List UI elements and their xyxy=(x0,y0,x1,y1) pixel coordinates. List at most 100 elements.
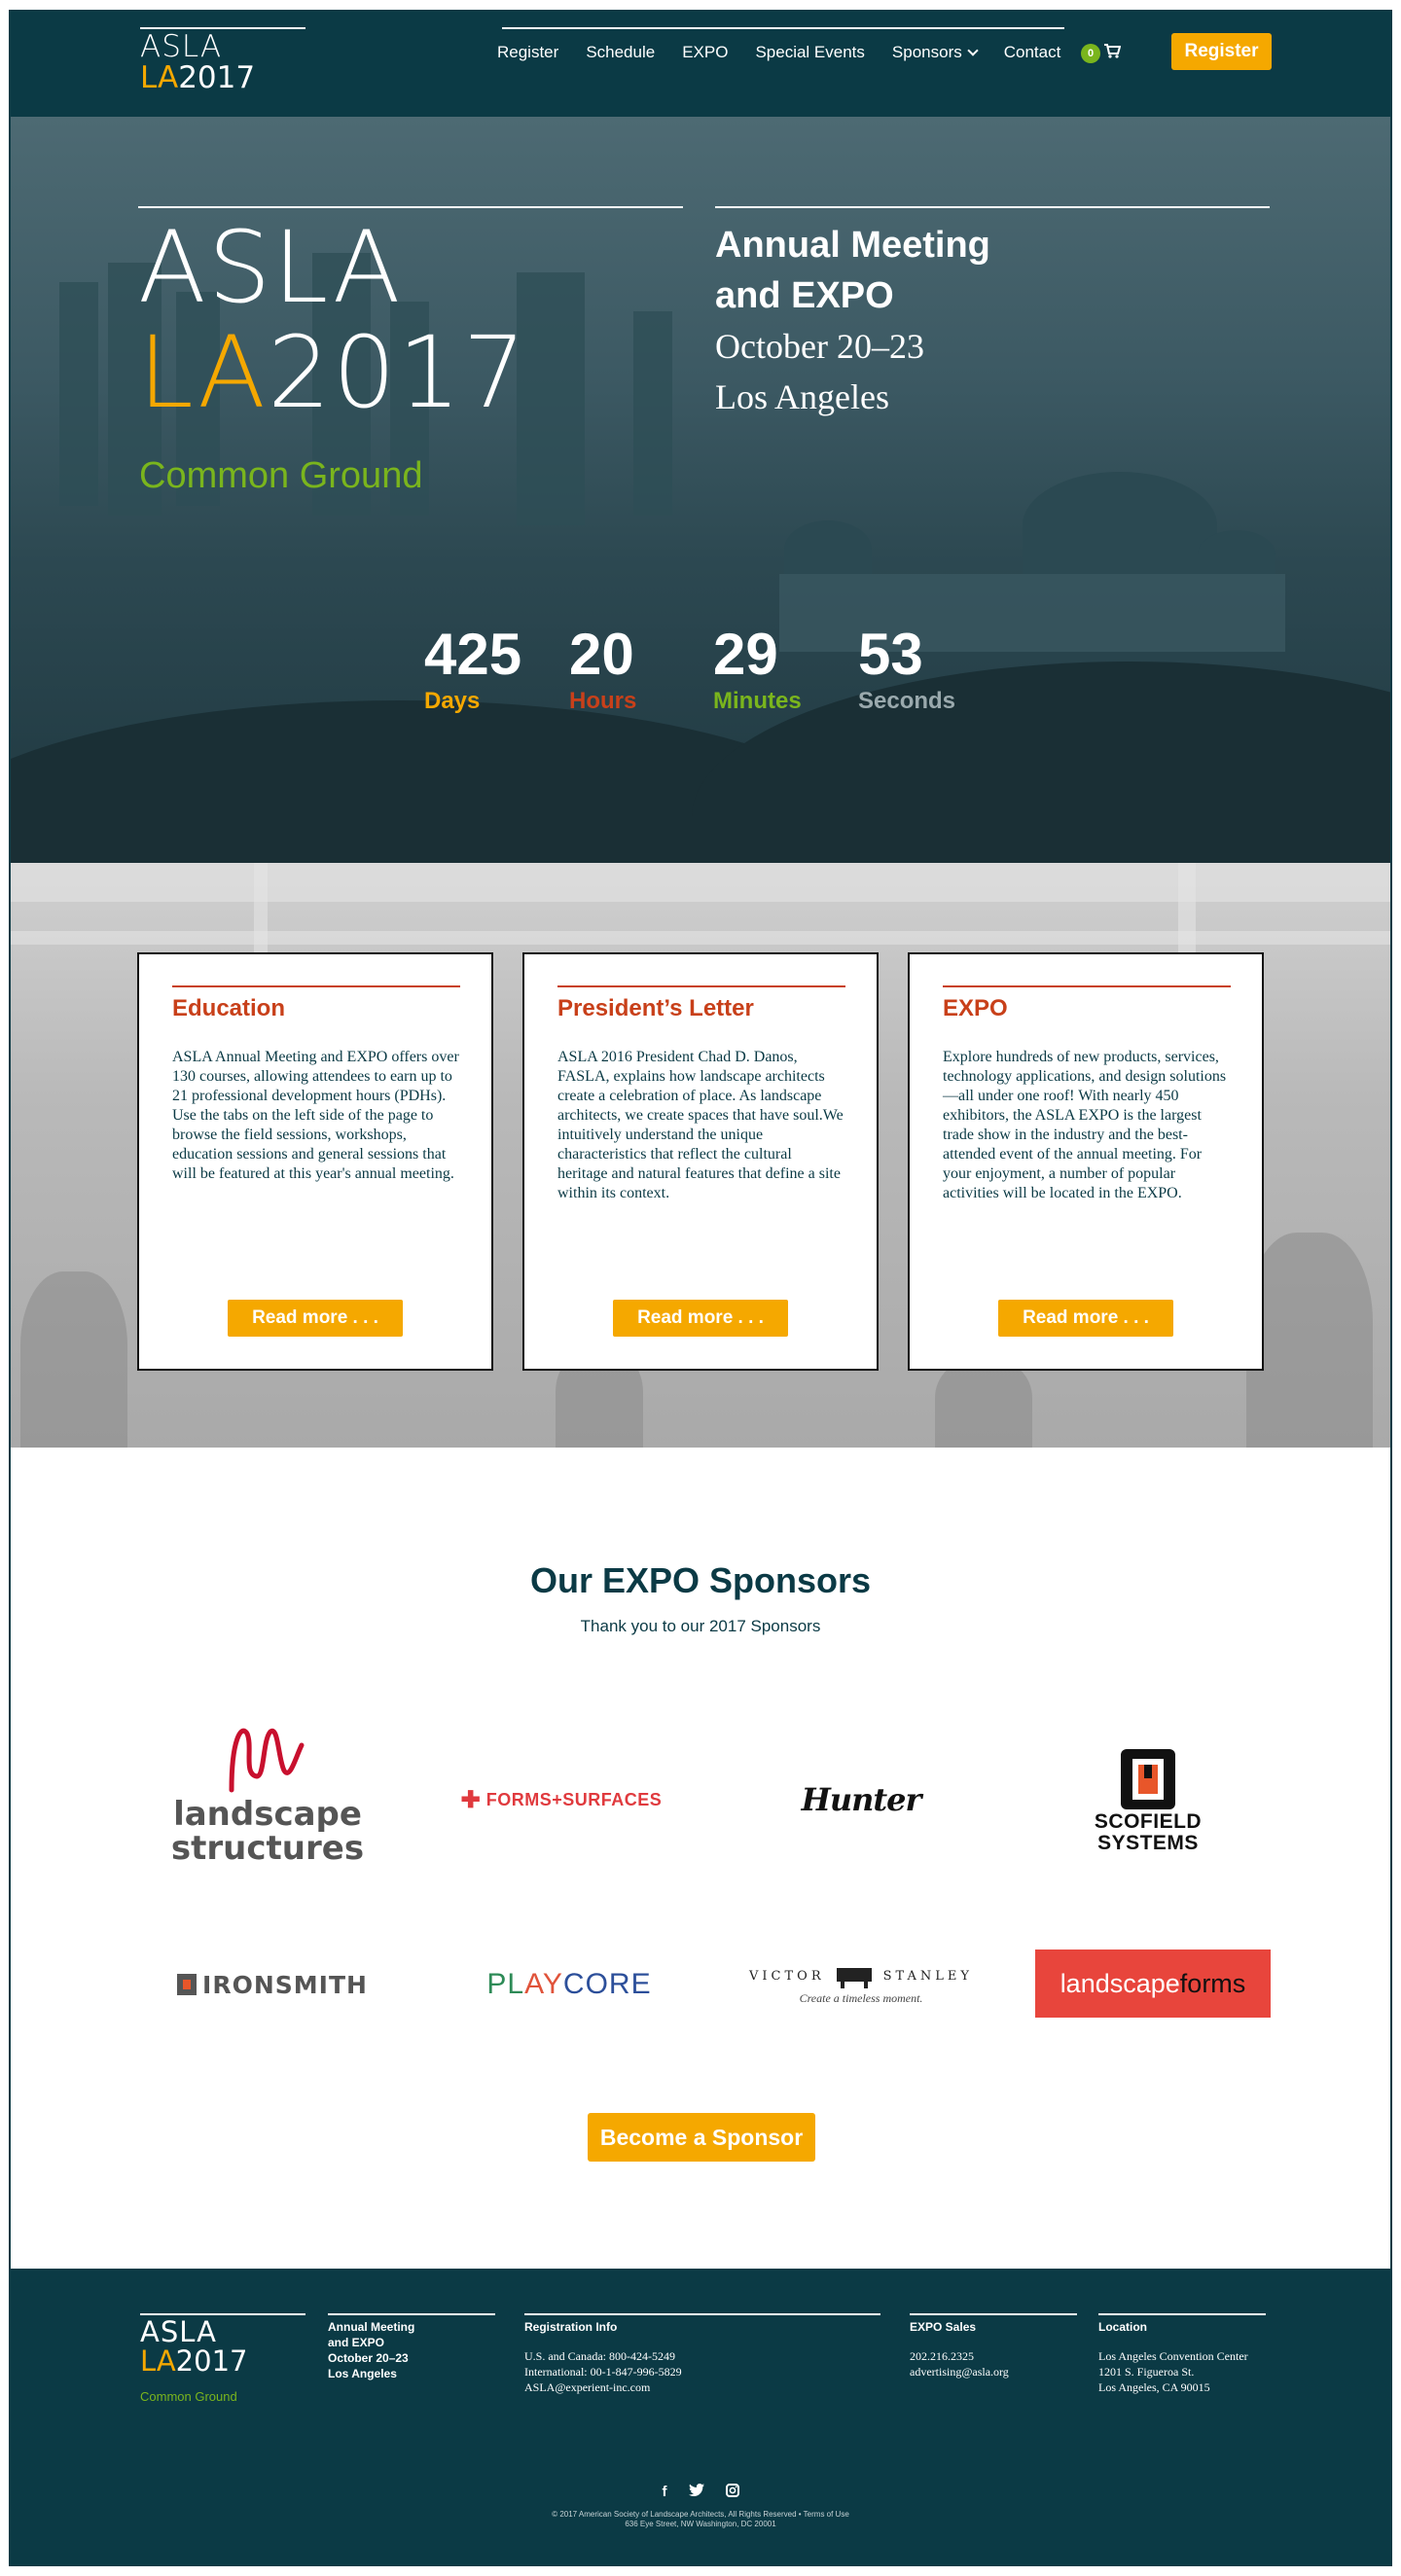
landscape-structures-word2: structures xyxy=(170,1828,365,1868)
footer-expo-sales-email[interactable]: advertising@asla.org xyxy=(910,2364,1077,2379)
landscape-structures-word1: landscape xyxy=(173,1794,362,1834)
hero-rule-right xyxy=(715,206,1270,208)
site-header: ASLA LA2017 Register Schedule EXPO Speci… xyxy=(11,12,1390,117)
sponsor-logo-scofield-systems[interactable]: SCOFIELD SYSTEMS xyxy=(1060,1739,1236,1861)
scofield-word2: SYSTEMS xyxy=(1097,1831,1199,1854)
hero-tagline: Common Ground xyxy=(139,455,423,496)
logo-text-la: LA xyxy=(140,60,179,95)
card-education: Education ASLA Annual Meeting and EXPO o… xyxy=(137,952,493,1371)
forms-surfaces-cross-icon: ✚ xyxy=(460,1786,481,1813)
landscapeforms-word2: forms xyxy=(1179,1968,1246,1998)
chevron-down-icon xyxy=(967,45,979,56)
footer-registration-phone-us: U.S. and Canada: 800-424-5249 xyxy=(524,2349,675,2363)
footer-registration-phone-intl: International: 00-1-847-996-5829 xyxy=(524,2365,682,2379)
sponsor-logo-landscapeforms[interactable]: landscape forms xyxy=(1035,1950,1271,2018)
become-sponsor-button[interactable]: Become a Sponsor xyxy=(588,2113,815,2162)
sponsor-logo-ironsmith[interactable]: IRONSMITH xyxy=(165,1955,379,2014)
footer-logo-la: LA xyxy=(140,2344,176,2378)
sponsors-subheading: Thank you to our 2017 Sponsors xyxy=(580,1617,821,1635)
card-title: President’s Letter xyxy=(557,995,754,1021)
read-more-button[interactable]: Read more . . . xyxy=(998,1300,1173,1337)
hero-logo: ASLA LA2017 xyxy=(138,216,528,426)
footer-tagline: Common Ground xyxy=(140,2389,237,2404)
footer-meeting-city: Los Angeles xyxy=(328,2367,397,2380)
skyline-building xyxy=(59,282,98,506)
cart-button[interactable]: 0 xyxy=(1081,44,1122,63)
victor-stanley-word1: VICTOR xyxy=(749,1969,825,1984)
card-expo: EXPO Explore hundreds of new products, s… xyxy=(908,952,1264,1371)
countdown-seconds-value: 53 xyxy=(858,622,923,687)
nav-rule xyxy=(502,27,1064,29)
observatory-dome xyxy=(784,520,872,579)
sponsor-logo-landscape-structures[interactable]: landscape structures xyxy=(156,1712,379,1873)
header-logo[interactable]: ASLA LA2017 xyxy=(140,27,305,93)
victor-stanley-row: VICTOR STANLEY xyxy=(749,1964,973,1989)
nav-special-events[interactable]: Special Events xyxy=(755,43,864,62)
social-links: f xyxy=(0,2484,1401,2501)
cart-icon xyxy=(1104,44,1122,63)
footer-registration-email[interactable]: ASLA@experient-inc.com xyxy=(524,2379,880,2395)
countdown-hours-label: Hours xyxy=(569,688,637,714)
footer-meeting-date: October 20–23 xyxy=(328,2351,409,2365)
event-info: Annual Meeting and EXPO October 20–23 Lo… xyxy=(715,220,1270,422)
footer-registration-col: Registration Info U.S. and Canada: 800-4… xyxy=(524,2313,880,2395)
header-register-button[interactable]: Register xyxy=(1171,33,1272,70)
countdown-seconds: 53 Seconds xyxy=(858,623,955,716)
card-rule xyxy=(557,985,845,987)
hero-section: ASLA LA2017 Common Ground Annual Meeting… xyxy=(11,117,1390,863)
footer-meeting-title-1: Annual Meeting xyxy=(328,2320,415,2334)
card-rule xyxy=(172,985,460,987)
instagram-icon[interactable] xyxy=(725,2484,739,2501)
footer-meeting-col: Annual Meeting and EXPO October 20–23 Lo… xyxy=(328,2313,495,2381)
read-more-button[interactable]: Read more . . . xyxy=(228,1300,403,1337)
cart-count-badge: 0 xyxy=(1081,44,1100,63)
scofield-mark xyxy=(1121,1748,1175,1809)
victor-stanley-word2: STANLEY xyxy=(882,1969,973,1984)
playcore-pl: PL xyxy=(486,1968,525,2000)
countdown-minutes-value: 29 xyxy=(713,622,778,687)
logo-text-asla: ASLA xyxy=(140,29,223,64)
read-more-button[interactable]: Read more . . . xyxy=(613,1300,788,1337)
footer-expo-sales-col: EXPO Sales 202.216.2325 advertising@asla… xyxy=(910,2313,1077,2379)
observatory-dome xyxy=(1198,530,1275,579)
card-rule xyxy=(943,985,1231,987)
countdown-seconds-label: Seconds xyxy=(858,688,956,714)
sponsor-logo-playcore[interactable]: PL AY CORE xyxy=(467,1955,671,2014)
footer-logo[interactable]: ASLA LA2017 xyxy=(140,2313,305,2376)
footer-copyright: © 2017 American Society of Landscape Arc… xyxy=(552,2510,849,2519)
main-nav: Register Schedule EXPO Special Events Sp… xyxy=(497,43,1088,62)
victor-stanley-slogan: Create a timeless moment. xyxy=(799,1990,923,2005)
footer-registration-heading: Registration Info xyxy=(524,2320,618,2334)
countdown-days-value: 425 xyxy=(424,622,522,687)
footer-expo-sales-heading: EXPO Sales xyxy=(910,2320,977,2334)
ironsmith-mark-icon xyxy=(177,1974,198,1995)
twitter-icon[interactable] xyxy=(688,2484,704,2501)
facebook-icon[interactable]: f xyxy=(663,2484,667,2501)
nav-contact[interactable]: Contact xyxy=(1004,43,1061,62)
nav-register[interactable]: Register xyxy=(497,43,558,62)
sponsor-logo-hunter[interactable]: Hunter xyxy=(769,1766,953,1834)
countdown-hours: 20 Hours xyxy=(569,623,636,716)
event-date: October 20–23 xyxy=(715,327,924,366)
victor-stanley-bench-icon xyxy=(836,1967,872,1988)
footer-location-city: Los Angeles, CA 90015 xyxy=(1098,2380,1210,2394)
footer-location-venue: Los Angeles Convention Center xyxy=(1098,2349,1248,2363)
footer-logo-la2017: LA2017 xyxy=(140,2346,305,2376)
nav-schedule[interactable]: Schedule xyxy=(586,43,655,62)
countdown-days: 425 Days xyxy=(424,623,521,716)
card-body: Explore hundreds of new products, servic… xyxy=(943,1049,1227,1201)
nav-sponsors[interactable]: Sponsors xyxy=(892,43,979,62)
card-title: EXPO xyxy=(943,995,1008,1021)
hero-logo-la: LA xyxy=(138,315,268,431)
ironsmith-mark-square xyxy=(183,1980,192,1989)
sponsor-logo-forms-surfaces[interactable]: ✚ FORMS+SURFACES xyxy=(440,1771,683,1829)
hero-logo-year: 2017 xyxy=(267,315,528,431)
hero-rule-left xyxy=(138,206,683,208)
card-body: ASLA 2016 President Chad D. Danos, FASLA… xyxy=(557,1049,844,1201)
hero-logo-la2017: LA2017 xyxy=(138,321,528,426)
sponsor-logo-victor-stanley[interactable]: VICTOR STANLEY Create a timeless moment. xyxy=(739,1946,983,2023)
nav-expo[interactable]: EXPO xyxy=(682,43,728,62)
scofield-word1: SCOFIELD xyxy=(1094,1809,1203,1833)
footer-location-street: 1201 S. Figueroa St. xyxy=(1098,2365,1195,2379)
countdown-hours-value: 20 xyxy=(569,622,634,687)
